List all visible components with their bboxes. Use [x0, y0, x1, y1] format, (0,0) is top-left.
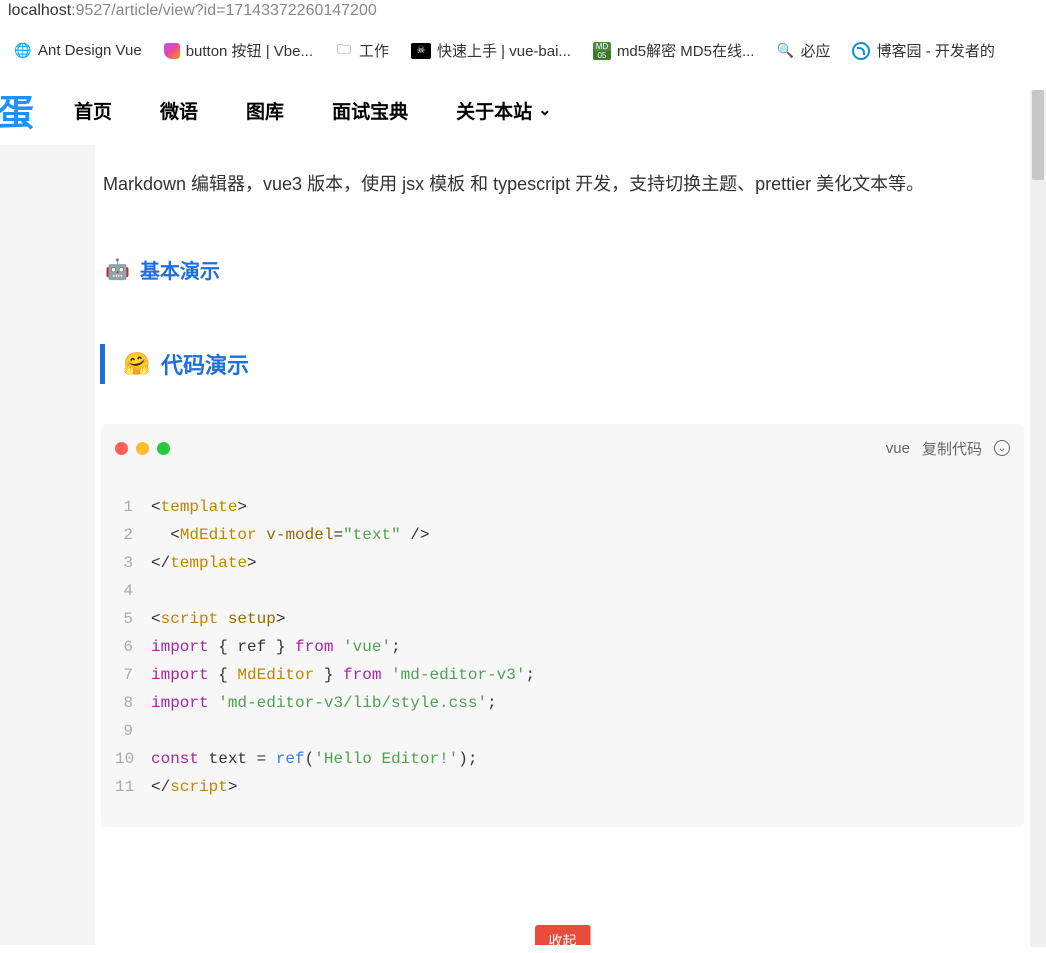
nav-item[interactable]: 关于本站 ⌄ [456, 97, 551, 124]
pirate-icon: ☠ [411, 43, 431, 59]
section-code-demo: 🤗 代码演示 [100, 344, 1030, 384]
line-number: 5 [115, 605, 151, 633]
md5-icon: MD05 [593, 42, 611, 60]
line-content: </script> [151, 773, 237, 801]
line-number: 10 [115, 745, 151, 773]
line-number: 1 [115, 493, 151, 521]
code-line: 11</script> [115, 773, 1010, 801]
copy-code-button[interactable]: 复制代码 [922, 438, 982, 459]
line-number: 9 [115, 717, 151, 745]
section-code-title: 代码演示 [161, 348, 249, 380]
code-header: vue 复制代码 ⌄ [115, 438, 1010, 459]
red-dot-icon [115, 442, 128, 455]
line-content: import { ref } from 'vue'; [151, 633, 401, 661]
bookmark-item[interactable]: ☠ 快速上手 | vue-bai... [411, 40, 571, 61]
line-content: <script setup> [151, 605, 285, 633]
gradient-icon [164, 43, 180, 59]
traffic-lights [115, 442, 170, 455]
yellow-dot-icon [136, 442, 149, 455]
code-line: 9 [115, 717, 1010, 745]
line-number: 8 [115, 689, 151, 717]
section-basic-title: 基本演示 [140, 255, 220, 284]
line-content: </template> [151, 549, 257, 577]
line-content: import 'md-editor-v3/lib/style.css'; [151, 689, 497, 717]
code-line: 3</template> [115, 549, 1010, 577]
nav-label: 图库 [246, 97, 284, 124]
bookmark-label: 必应 [800, 40, 830, 61]
site-logo[interactable]: 蛋 [0, 84, 74, 136]
nav-item[interactable]: 图库 [246, 97, 284, 124]
bookmark-item[interactable]: MD05 md5解密 MD5在线... [593, 40, 755, 61]
code-line: 1<template> [115, 493, 1010, 521]
line-number: 7 [115, 661, 151, 689]
code-line: 5<script setup> [115, 605, 1010, 633]
code-line: 7import { MdEditor } from 'md-editor-v3'… [115, 661, 1010, 689]
page-body: Markdown 编辑器，vue3 版本，使用 jsx 模板 和 typescr… [0, 145, 1046, 945]
code-lang-label: vue [886, 440, 910, 457]
nav-item[interactable]: 首页 [74, 97, 112, 124]
address-bar[interactable]: localhost:9527/article/view?id=171433722… [0, 0, 1046, 22]
hugging-face-icon: 🤗 [123, 350, 151, 378]
line-content: <MdEditor v-model="text" /> [151, 521, 429, 549]
site-header: 蛋 首页 微语 图库 面试宝典 关于本站 ⌄ [0, 75, 1046, 145]
bookmark-label: md5解密 MD5在线... [617, 40, 755, 61]
code-line: 10const text = ref('Hello Editor!'); [115, 745, 1010, 773]
code-line: 8import 'md-editor-v3/lib/style.css'; [115, 689, 1010, 717]
nav-item[interactable]: 微语 [160, 97, 198, 124]
code-block: vue 复制代码 ⌄ 1<template>2 <MdEditor v-mode… [101, 424, 1024, 827]
robot-icon: 🤖 [105, 257, 130, 282]
collapse-icon[interactable]: ⌄ [994, 440, 1010, 456]
line-content: <template> [151, 493, 247, 521]
line-number: 3 [115, 549, 151, 577]
nav-item[interactable]: 面试宝典 [332, 97, 408, 124]
url-host: localhost [8, 2, 71, 19]
line-number: 11 [115, 773, 151, 801]
bookmark-item[interactable]: 🌐 Ant Design Vue [14, 42, 142, 60]
folder-icon: 🗀 [335, 42, 353, 60]
green-dot-icon [157, 442, 170, 455]
bookmark-label: button 按钮 | Vbe... [186, 40, 313, 61]
line-number: 2 [115, 521, 151, 549]
code-line: 6import { ref } from 'vue'; [115, 633, 1010, 661]
nav-label: 微语 [160, 97, 198, 124]
scrollbar-thumb[interactable] [1032, 90, 1044, 180]
line-number: 6 [115, 633, 151, 661]
nav-label: 首页 [74, 97, 112, 124]
line-number: 4 [115, 577, 151, 605]
chevron-down-icon: ⌄ [538, 100, 551, 120]
code-line: 2 <MdEditor v-model="text" /> [115, 521, 1010, 549]
bookmark-label: 工作 [359, 40, 389, 61]
bookmark-item[interactable]: 博客园 - 开发者的 [852, 40, 994, 61]
article-intro: Markdown 编辑器，vue3 版本，使用 jsx 模板 和 typescr… [95, 165, 1030, 205]
bookmark-label: 博客园 - 开发者的 [876, 40, 994, 61]
bookmark-item[interactable]: button 按钮 | Vbe... [164, 40, 313, 61]
bookmark-label: 快速上手 | vue-bai... [437, 40, 571, 61]
bookmark-item[interactable]: 🗀 工作 [335, 40, 389, 61]
search-icon: 🔍 [776, 42, 794, 60]
cnblogs-icon [852, 42, 870, 60]
nav-label: 面试宝典 [332, 97, 408, 124]
url-path: /article/view?id=17143372260147200 [111, 2, 377, 19]
article-card: Markdown 编辑器，vue3 版本，使用 jsx 模板 和 typescr… [95, 145, 1030, 945]
line-content: const text = ref('Hello Editor!'); [151, 745, 477, 773]
url-port: :9527 [71, 2, 111, 19]
code-actions: vue 复制代码 ⌄ [886, 438, 1010, 459]
bookmark-item[interactable]: 🔍 必应 [776, 40, 830, 61]
bookmark-label: Ant Design Vue [38, 42, 142, 59]
line-content: import { MdEditor } from 'md-editor-v3'; [151, 661, 535, 689]
code-lines: 1<template>2 <MdEditor v-model="text" />… [115, 493, 1010, 801]
scrollbar-track[interactable] [1030, 90, 1046, 947]
nav-label: 关于本站 [456, 97, 532, 124]
globe-icon: 🌐 [14, 42, 32, 60]
code-line: 4 [115, 577, 1010, 605]
main-nav: 首页 微语 图库 面试宝典 关于本站 ⌄ [74, 97, 551, 124]
section-basic-demo: 🤖 基本演示 [95, 255, 1030, 284]
bookmarks-bar: 🌐 Ant Design Vue button 按钮 | Vbe... 🗀 工作 ☠ 快速上… [0, 22, 1046, 75]
collapse-button[interactable]: 收起 [535, 925, 591, 953]
